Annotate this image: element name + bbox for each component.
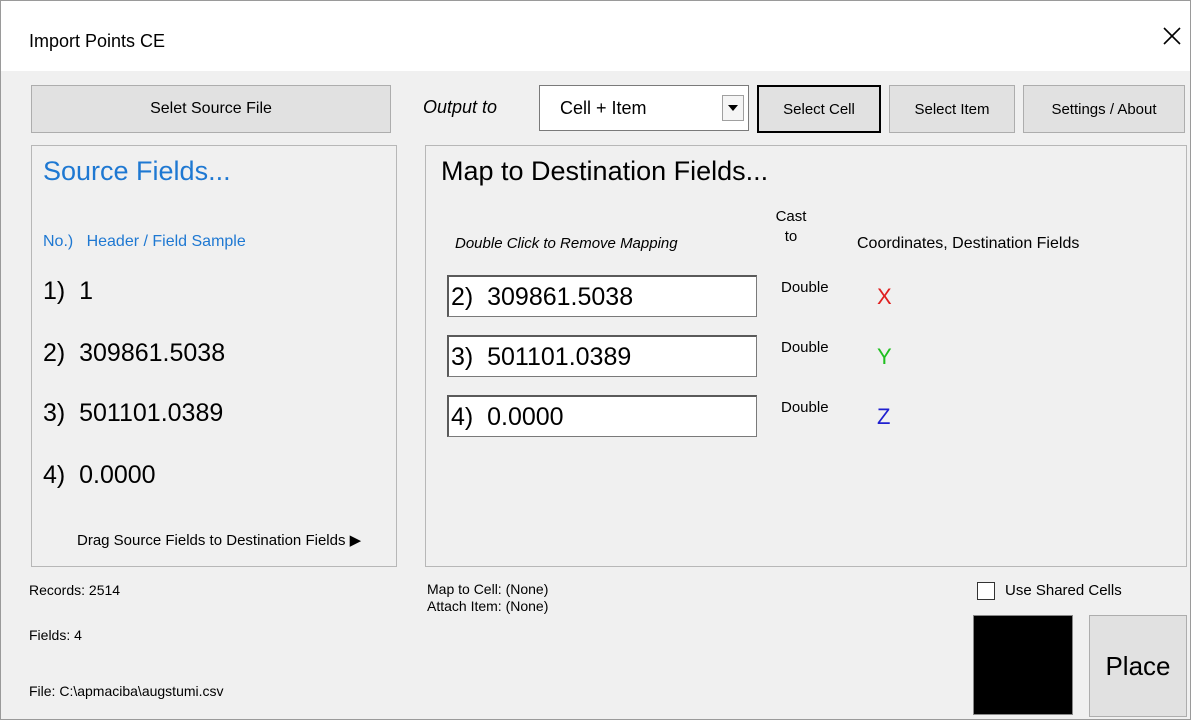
import-points-window: Import Points CE Selet Source File Outpu… (0, 0, 1191, 720)
cast-type-z: Double (781, 399, 829, 416)
drag-hint-text: Drag Source Fields to Destination Fields… (77, 532, 362, 549)
select-cell-button[interactable]: Select Cell (757, 85, 881, 133)
color-swatch[interactable] (973, 615, 1073, 715)
source-field-item[interactable]: 1) 1 (43, 277, 93, 306)
dropdown-arrow-icon[interactable] (722, 95, 744, 121)
close-icon (1163, 27, 1181, 45)
place-button[interactable]: Place (1089, 615, 1187, 717)
output-to-value: Cell + Item (560, 98, 647, 118)
select-item-button[interactable]: Select Item (889, 85, 1015, 133)
output-to-label: Output to (423, 97, 498, 117)
remove-mapping-hint: Double Click to Remove Mapping (455, 235, 678, 252)
fields-count: Fields: 4 (29, 627, 82, 643)
source-field-item[interactable]: 2) 309861.5038 (43, 339, 225, 368)
destination-field-z[interactable]: 4) 0.0000 (447, 395, 757, 437)
axis-label-y: Y (877, 344, 892, 369)
source-field-item[interactable]: 3) 501101.0389 (43, 399, 223, 428)
settings-about-button[interactable]: Settings / About (1023, 85, 1185, 133)
close-button[interactable] (1159, 23, 1185, 49)
use-shared-cells-label[interactable]: Use Shared Cells (1005, 582, 1122, 599)
output-to-select[interactable]: Cell + Item (539, 85, 749, 131)
title-bar: Import Points CE (1, 1, 1190, 71)
source-fields-heading: Source Fields... (43, 156, 231, 186)
map-to-cell-status: Map to Cell: (None) (427, 581, 549, 597)
axis-label-x: X (877, 284, 892, 309)
destination-fields-heading: Map to Destination Fields... (441, 156, 769, 186)
destination-field-x[interactable]: 2) 309861.5038 (447, 275, 757, 317)
cast-type-y: Double (781, 339, 829, 356)
cast-type-x: Double (781, 279, 829, 296)
window-title: Import Points CE (29, 31, 166, 51)
coordinates-header: Coordinates, Destination Fields (857, 235, 1080, 252)
file-path: File: C:\apmaciba\augstumi.csv (29, 683, 224, 699)
source-field-item[interactable]: 4) 0.0000 (43, 461, 156, 490)
records-count: Records: 2514 (29, 582, 121, 598)
cast-to-header: Cast to (775, 208, 807, 245)
destination-field-y[interactable]: 3) 501101.0389 (447, 335, 757, 377)
select-source-file-button[interactable]: Selet Source File (31, 85, 391, 133)
attach-item-status: Attach Item: (None) (427, 598, 549, 614)
use-shared-cells-checkbox[interactable] (977, 582, 995, 600)
source-column-header: No.) Header / Field Sample (43, 233, 246, 250)
axis-label-z: Z (877, 404, 891, 429)
